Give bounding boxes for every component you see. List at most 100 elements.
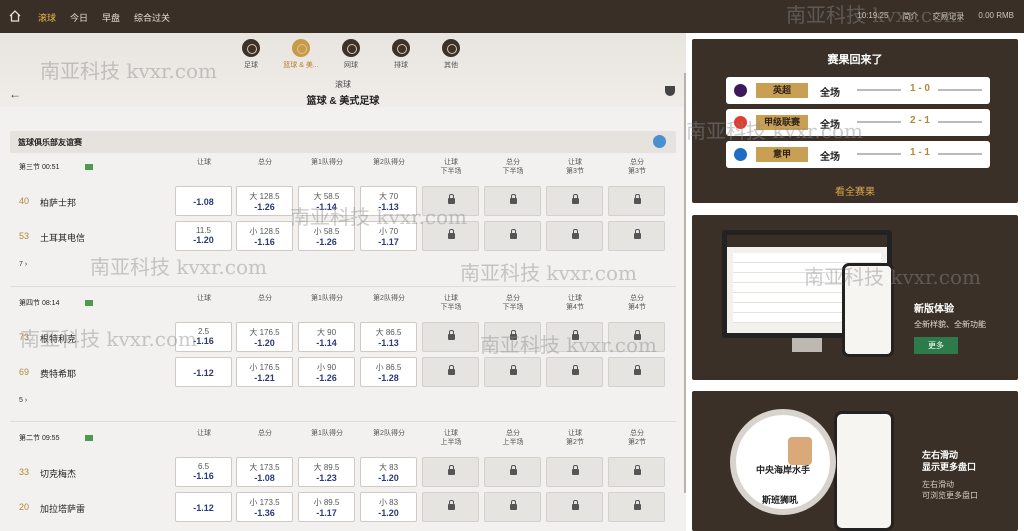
sport-tabs: 足球 篮球 & 美... 网球 排球 其他 (226, 39, 476, 70)
hand-swipe-icon (788, 437, 812, 465)
locked-odds-cell (484, 186, 541, 216)
tab-tennis[interactable]: 网球 (326, 39, 376, 70)
result-item[interactable]: 英超 全场 1 - 0 (726, 77, 990, 104)
column-header: 让球 下半场 (440, 159, 462, 175)
tab-volleyball[interactable]: 排球 (376, 39, 426, 70)
odds-button[interactable]: 小 176.5 -1.21 (236, 357, 293, 387)
column-header: 总分 (258, 159, 272, 166)
lock-icon (510, 194, 517, 204)
odds-button[interactable]: -1.12 (175, 492, 232, 522)
other-sports-icon (442, 39, 460, 57)
odds-button[interactable]: 大 83 -1.20 (360, 457, 417, 487)
odds-button[interactable]: 小 90 -1.26 (298, 357, 355, 387)
odds-button[interactable]: -1.12 (175, 357, 232, 387)
odds-button[interactable]: 大 90 -1.14 (298, 322, 355, 352)
team-name: 土耳其电信 (40, 233, 86, 243)
lock-icon (510, 365, 517, 375)
epl-logo-icon (734, 84, 747, 97)
team-number: 53 (19, 231, 30, 241)
locked-odds-cell (546, 186, 603, 216)
league-name: 篮球俱乐部友谊赛 (18, 138, 82, 147)
column-header: 总分 下半场 (502, 159, 524, 175)
nav-early[interactable]: 早盘 (102, 11, 120, 24)
odds-button[interactable]: 6.5 -1.16 (175, 457, 232, 487)
locked-odds-cell (608, 457, 665, 487)
odds-button[interactable]: 大 86.5 -1.13 (360, 322, 417, 352)
home-icon[interactable] (8, 9, 22, 23)
column-header: 让球 (197, 295, 211, 302)
watermark: 南亚科技 kvxr.com (290, 205, 467, 229)
main-panel: 足球 篮球 & 美... 网球 排球 其他 滚球 篮球 & 美式足球 ← 篮球俱… (0, 33, 686, 531)
promo-subtitle: 全新样貌、全新功能 (914, 320, 986, 329)
column-header: 总分 下半场 (502, 295, 524, 311)
lock-icon (448, 500, 455, 510)
odds-button[interactable]: 小 83 -1.20 (360, 492, 417, 522)
lock-icon (510, 500, 517, 510)
column-header: 第2队得分 (373, 295, 405, 302)
lock-icon (572, 194, 579, 204)
column-header: 让球 第4节 (566, 295, 584, 311)
odds-button[interactable]: 大 176.5 -1.20 (236, 322, 293, 352)
side-panel: 赛果回来了 英超 全场 1 - 0 甲级联赛 全场 2 - 1 意甲 全场 1 … (686, 3, 1024, 531)
match-block: 第二节 09:55 让球 总分 第1队得分 第2队得分 让球 上半场 总分 上半场 让球 第2节 总分… (10, 425, 676, 531)
match-header: 第四节 08:14 让球 总分 第1队得分 第2队得分 让球 下半场 总分 下半场 让球 第4节 总分… (10, 290, 676, 312)
basketball-icon (292, 39, 310, 57)
locked-odds-cell (546, 221, 603, 251)
more-markets-link[interactable]: 7 › (19, 261, 27, 268)
trophy-icon[interactable] (665, 86, 675, 96)
zoom-circle: 中央海岸水手 斯班狮吼 (730, 409, 836, 515)
column-header: 总分 (258, 430, 272, 437)
nav-parlay[interactable]: 综合过关 (134, 11, 170, 24)
globe-icon (653, 135, 666, 148)
team-number: 33 (19, 467, 30, 477)
live-tv-icon[interactable] (85, 164, 93, 170)
more-markets-link[interactable]: 5 › (19, 397, 27, 404)
odds-button[interactable]: 大 128.5 -1.26 (236, 186, 293, 216)
live-tv-icon[interactable] (85, 435, 93, 441)
lock-icon (510, 465, 517, 475)
odds-button[interactable]: -1.08 (175, 186, 232, 216)
locked-odds-cell (546, 457, 603, 487)
column-header: 总分 (258, 295, 272, 302)
seriea-logo-icon (734, 148, 747, 161)
odds-button[interactable]: 大 89.5 -1.23 (298, 457, 355, 487)
live-tv-icon[interactable] (85, 300, 93, 306)
volleyball-icon (392, 39, 410, 57)
tab-other[interactable]: 其他 (426, 39, 476, 70)
odds-button[interactable]: 11.5 -1.20 (175, 221, 232, 251)
odds-button[interactable]: 大 173.5 -1.08 (236, 457, 293, 487)
swipe-promo: 中央海岸水手 斯班狮吼 左右滑动 显示更多盘口 左右滑动 可浏览更多盘口 (692, 391, 1018, 531)
match-period: 第三节 00:51 (19, 164, 60, 171)
divider (10, 286, 676, 287)
soccer-icon (242, 39, 260, 57)
lock-icon (572, 465, 579, 475)
back-arrow-icon[interactable]: ← (9, 87, 21, 101)
odds-button[interactable]: 小 89.5 -1.17 (298, 492, 355, 522)
league-header[interactable]: 篮球俱乐部友谊赛 (10, 131, 676, 153)
lock-icon (634, 229, 641, 239)
tennis-icon (342, 39, 360, 57)
lock-icon (634, 465, 641, 475)
all-results-link[interactable]: 看全赛果 (692, 183, 1018, 198)
tab-basketball[interactable]: 篮球 & 美... (276, 39, 326, 70)
odds-button[interactable]: 小 128.5 -1.16 (236, 221, 293, 251)
column-header: 让球 上半场 (440, 430, 462, 446)
lock-icon (448, 365, 455, 375)
team-name: 费特希耶 (40, 369, 77, 379)
tab-soccer[interactable]: 足球 (226, 39, 276, 70)
odds-button[interactable]: 小 173.5 -1.36 (236, 492, 293, 522)
match-period: 第四节 08:14 (19, 300, 60, 307)
nav-inplay[interactable]: 滚球 (38, 11, 56, 24)
balance[interactable]: 0.00 RMB (978, 11, 1014, 22)
result-item[interactable]: 意甲 全场 1 - 1 (726, 141, 990, 168)
locked-odds-cell (422, 457, 479, 487)
lock-icon (572, 229, 579, 239)
nav-today[interactable]: 今日 (70, 11, 88, 24)
locked-odds-cell (484, 492, 541, 522)
locked-odds-cell (608, 357, 665, 387)
more-button[interactable]: 更多 (914, 337, 958, 354)
promo-title: 新版体验 (914, 304, 954, 315)
odds-button[interactable]: 小 86.5 -1.28 (360, 357, 417, 387)
locked-odds-cell (484, 457, 541, 487)
column-header: 总分 第2节 (628, 430, 646, 446)
